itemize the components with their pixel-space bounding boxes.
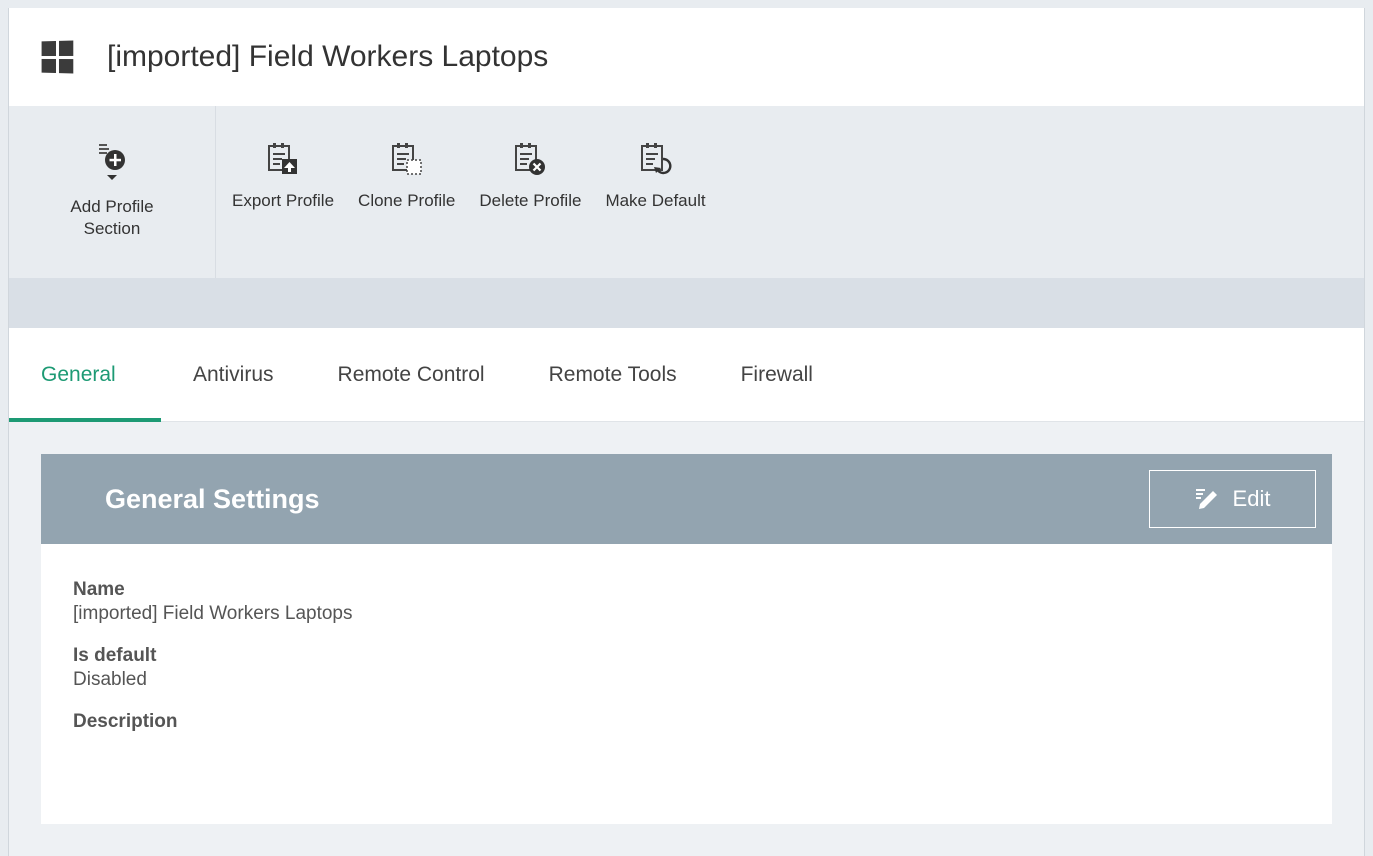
- tab-remote-control[interactable]: Remote Control: [306, 328, 517, 421]
- tab-general[interactable]: General: [9, 328, 161, 422]
- panel-title: General Settings: [105, 483, 320, 514]
- edit-label: Edit: [1232, 486, 1271, 511]
- clone-profile-button[interactable]: Clone Profile: [342, 106, 463, 278]
- is-default-value: Disabled: [73, 669, 147, 690]
- delete-profile-button[interactable]: Delete Profile: [463, 106, 589, 278]
- delete-profile-icon: [515, 143, 546, 175]
- page-title: [imported] Field Workers Laptops: [107, 40, 549, 73]
- name-value: [imported] Field Workers Laptops: [73, 603, 353, 624]
- tab-bar: General Antivirus Remote Control Remote …: [9, 328, 1364, 422]
- windows-logo-icon: [41, 40, 74, 74]
- is-default-label: Is default: [73, 645, 157, 666]
- page-frame: [imported] Field Workers Laptops Add Pro…: [8, 8, 1365, 856]
- clone-profile-label: Clone Profile: [358, 191, 456, 210]
- make-default-label: Make Default: [605, 191, 706, 210]
- export-profile-label: Export Profile: [232, 191, 335, 210]
- tab-remote-tools[interactable]: Remote Tools: [517, 328, 709, 421]
- tab-firewall[interactable]: Firewall: [709, 328, 845, 421]
- tab-content: General Settings Edit Name [imported] Fi…: [9, 422, 1364, 824]
- description-label: Description: [73, 711, 178, 732]
- toolbar-divider-strip: [9, 278, 1364, 328]
- edit-button[interactable]: Edit: [1149, 470, 1316, 528]
- page-header: [imported] Field Workers Laptops: [9, 8, 1364, 106]
- general-settings-header: General Settings Edit: [41, 454, 1332, 544]
- export-profile-icon: [268, 143, 298, 174]
- toolbar: Add Profile Section Export Profile Clone…: [9, 106, 1364, 278]
- clone-profile-icon: [391, 143, 422, 175]
- add-section-icon: [98, 144, 125, 180]
- name-label: Name: [73, 579, 125, 600]
- tab-antivirus[interactable]: Antivirus: [161, 328, 306, 421]
- make-default-button[interactable]: Make Default: [589, 106, 713, 278]
- general-settings-body: Name [imported] Field Workers Laptops Is…: [41, 544, 1332, 824]
- add-profile-section-button[interactable]: Add Profile Section: [70, 106, 154, 278]
- add-profile-section-label: Add Profile Section: [70, 197, 154, 238]
- toolbar-group-profile: Export Profile Clone Profile Delete Prof…: [216, 106, 714, 278]
- edit-pencil-icon: [1195, 489, 1217, 509]
- export-profile-button[interactable]: Export Profile: [216, 106, 342, 278]
- make-default-icon: [640, 143, 672, 175]
- toolbar-group-add: Add Profile Section: [9, 106, 216, 278]
- delete-profile-label: Delete Profile: [479, 191, 582, 210]
